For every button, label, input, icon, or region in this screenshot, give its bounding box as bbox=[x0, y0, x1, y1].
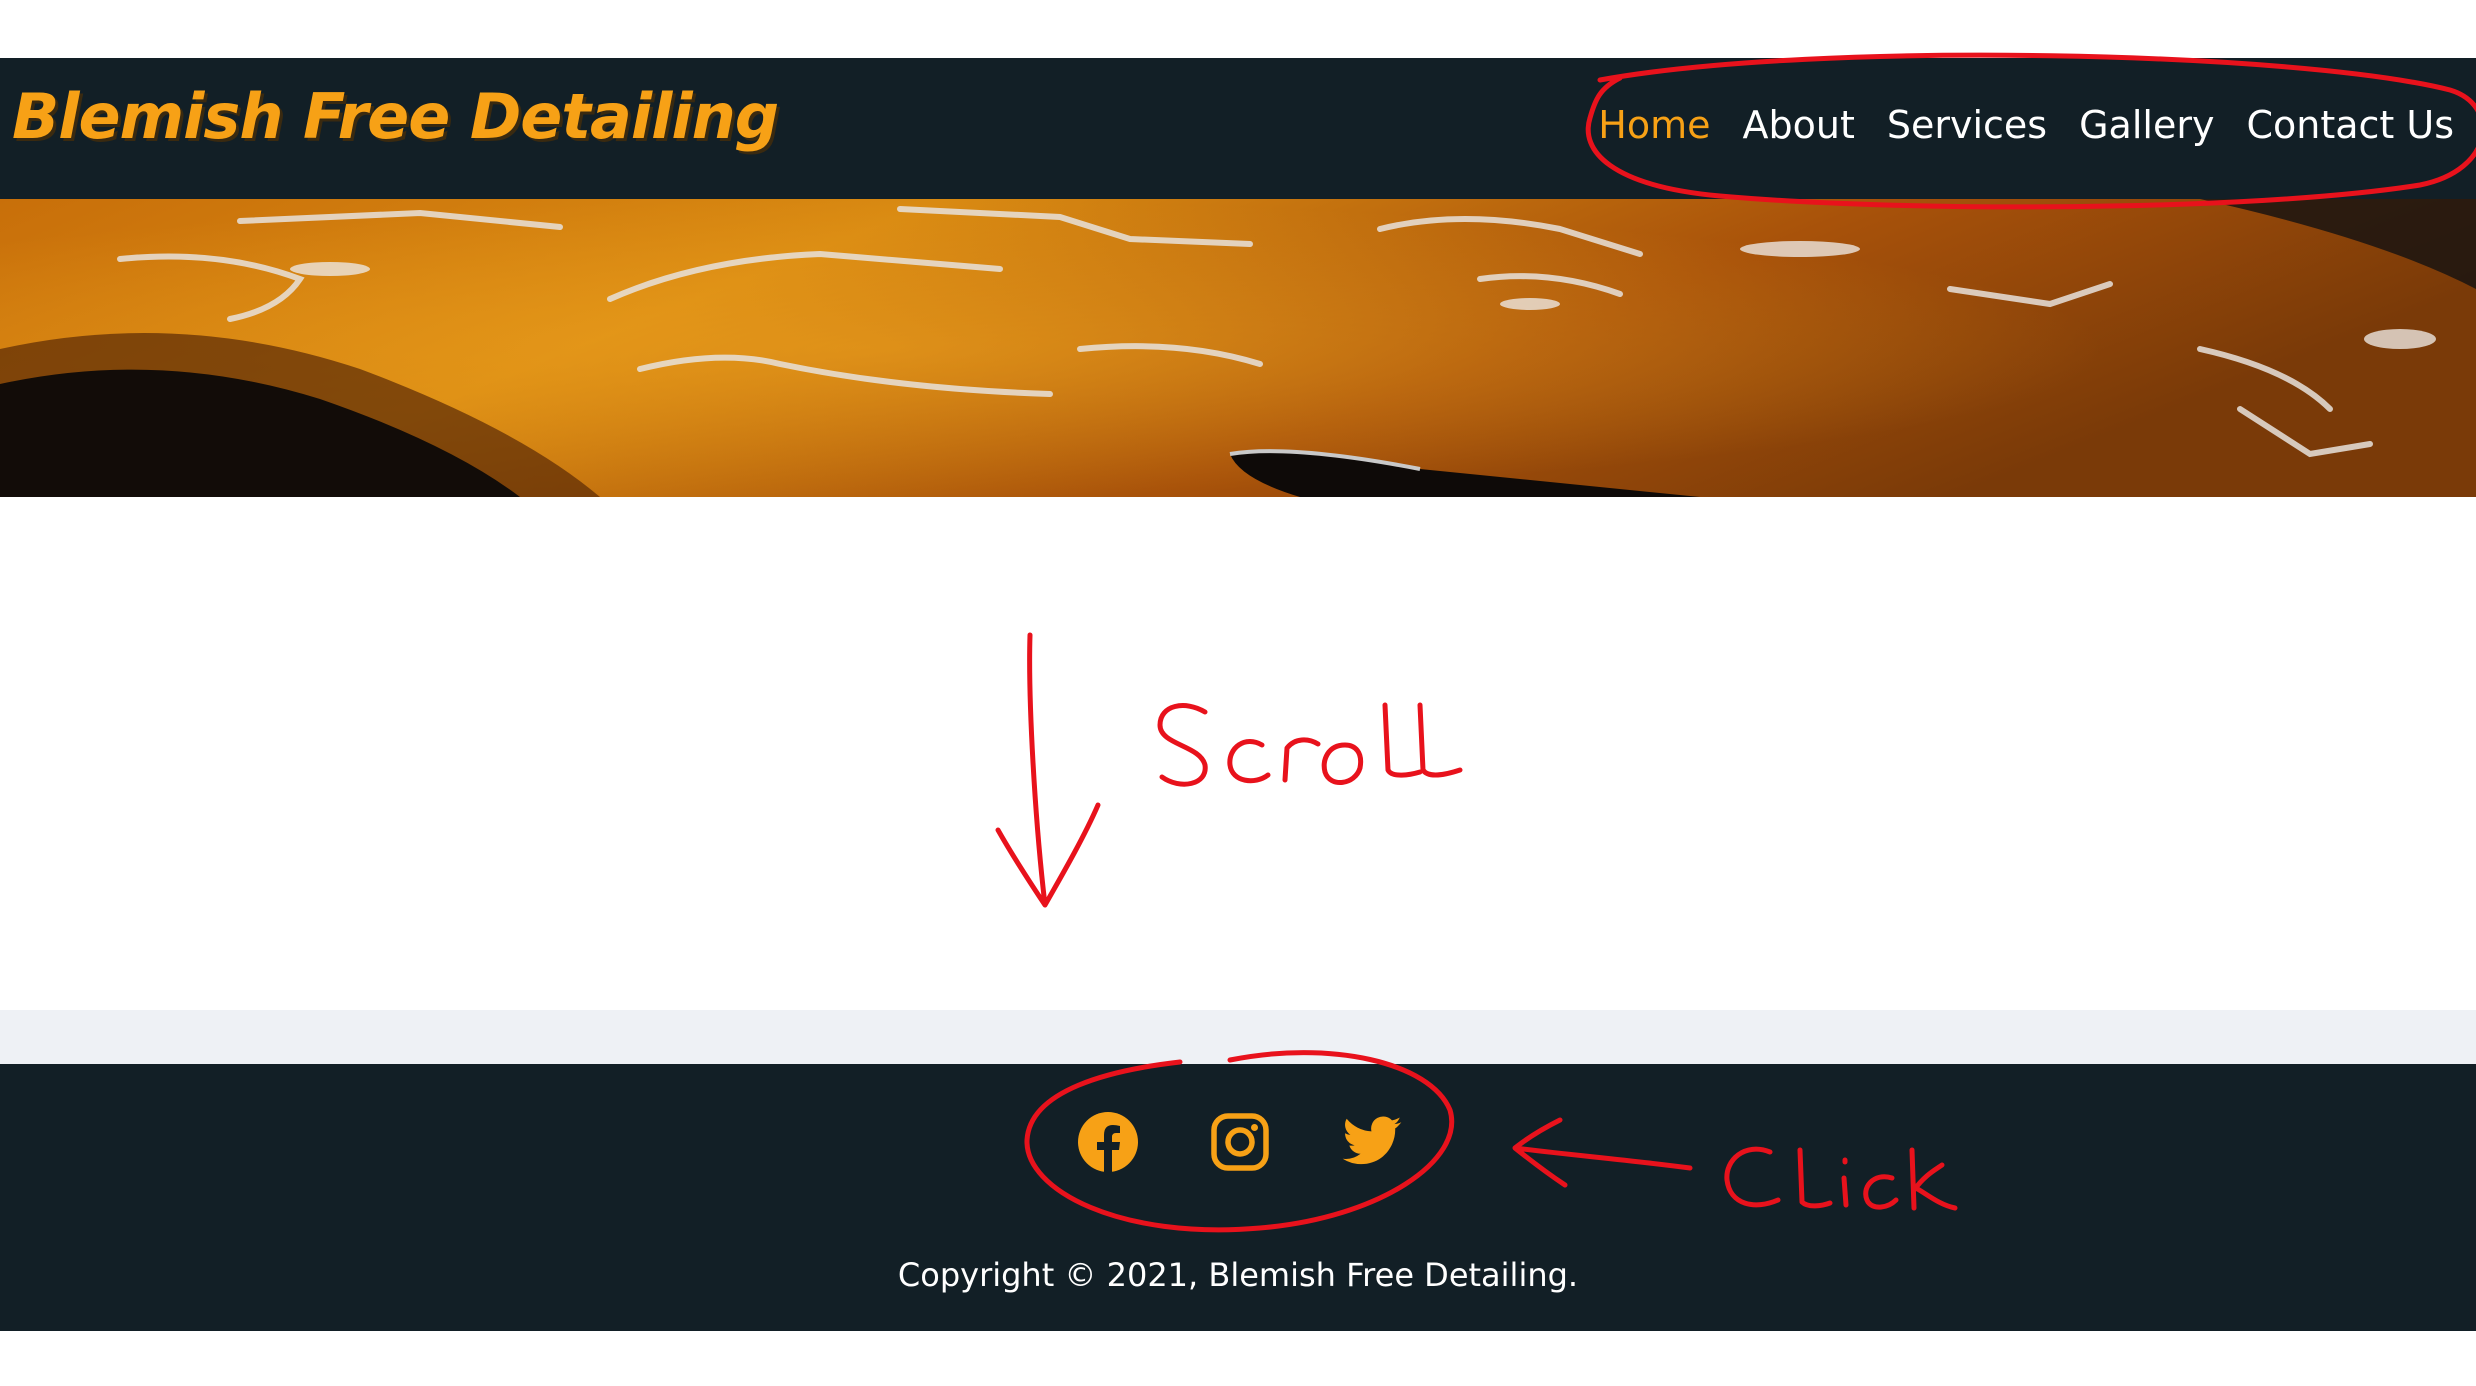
nav-gallery-link[interactable]: Gallery bbox=[2079, 103, 2214, 147]
nav-home-link[interactable]: Home bbox=[1598, 103, 1710, 147]
site-header: Blemish Free Detailing Home About Servic… bbox=[0, 58, 2476, 199]
scroll-arrow bbox=[995, 632, 1101, 908]
page: Blemish Free Detailing Home About Servic… bbox=[0, 0, 2476, 1386]
nav-services-link[interactable]: Services bbox=[1887, 103, 2047, 147]
scroll-annotation-text bbox=[1157, 702, 1463, 787]
nav-about-link[interactable]: About bbox=[1743, 103, 1855, 147]
copyright-text: Copyright © 2021, Blemish Free Detailing… bbox=[897, 1256, 1579, 1294]
social-links bbox=[1076, 1110, 1404, 1174]
site-logo[interactable]: Blemish Free Detailing bbox=[12, 80, 779, 153]
nav-contact-us-link[interactable]: Contact Us bbox=[2246, 103, 2454, 147]
main-nav: Home About Services Gallery Contact Us bbox=[1598, 103, 2454, 147]
instagram-icon[interactable] bbox=[1208, 1110, 1272, 1174]
site-footer: Copyright © 2021, Blemish Free Detailing… bbox=[0, 1064, 2476, 1331]
twitter-icon[interactable] bbox=[1340, 1110, 1404, 1174]
facebook-icon[interactable] bbox=[1076, 1110, 1140, 1174]
hero-image bbox=[0, 199, 2476, 497]
car-hood-illustration bbox=[0, 199, 2476, 497]
footer-divider-strip bbox=[0, 1010, 2476, 1064]
